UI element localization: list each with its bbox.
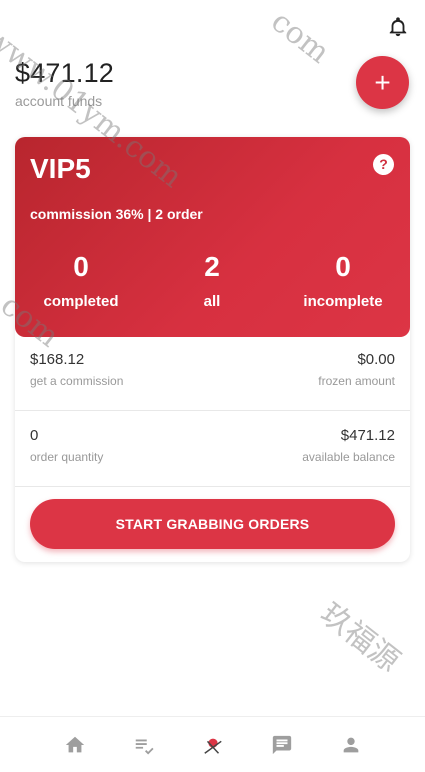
balance-label: available balance xyxy=(302,450,395,464)
start-grabbing-button[interactable]: START GRABBING ORDERS xyxy=(30,499,395,549)
quantity-label: order quantity xyxy=(30,450,104,464)
quantity-value: 0 xyxy=(30,427,39,444)
help-icon[interactable]: ? xyxy=(373,154,394,175)
stat-label: completed xyxy=(43,293,119,310)
stat-value: 2 xyxy=(204,251,220,282)
funds-label: account funds xyxy=(15,93,103,109)
tab-grab[interactable] xyxy=(199,731,227,759)
commission-value: $168.12 xyxy=(30,351,85,368)
funds-amount: $471.12 xyxy=(15,58,114,88)
frozen-value: $0.00 xyxy=(357,351,395,368)
task-list-icon xyxy=(135,739,154,754)
watermark-text: 玖福源 xyxy=(313,596,406,680)
stat-incomplete: 0 incomplete xyxy=(288,251,398,310)
vip-level: VIP5 xyxy=(30,153,91,184)
balance-value: $471.12 xyxy=(340,427,395,444)
frozen-label: frozen amount xyxy=(318,374,395,388)
bell-icon[interactable] xyxy=(387,16,409,38)
add-funds-button[interactable]: + xyxy=(356,56,409,109)
commission-row: $168.12 get a commission $0.00 frozen am… xyxy=(30,351,395,411)
grab-logo-icon xyxy=(203,738,222,754)
quantity-row: 0 order quantity $471.12 available balan… xyxy=(30,427,395,487)
top-bar xyxy=(0,0,425,56)
home-icon xyxy=(65,736,84,752)
tab-tasks[interactable] xyxy=(130,731,158,759)
stat-value: 0 xyxy=(335,251,351,282)
order-card: VIP5 ? commission 36% | 2 order 0 comple… xyxy=(15,137,410,562)
stat-label: incomplete xyxy=(303,293,383,310)
vip-commission: commission 36% | 2 order xyxy=(30,206,203,222)
vip-panel: VIP5 ? commission 36% | 2 order 0 comple… xyxy=(15,137,410,337)
profile-icon xyxy=(343,737,358,752)
account-funds: $471.12 account funds xyxy=(15,58,114,109)
commission-label: get a commission xyxy=(30,374,124,388)
stat-label: all xyxy=(203,293,221,310)
divider xyxy=(15,486,410,487)
stat-value: 0 xyxy=(73,251,89,282)
tab-profile[interactable] xyxy=(337,731,365,759)
stat-all: 2 all xyxy=(157,251,267,310)
tab-home[interactable] xyxy=(61,731,89,759)
divider xyxy=(15,410,410,411)
message-icon xyxy=(272,735,291,754)
bottom-tab-bar xyxy=(0,716,425,772)
stat-completed: 0 completed xyxy=(26,251,136,310)
tab-messages[interactable] xyxy=(268,731,296,759)
